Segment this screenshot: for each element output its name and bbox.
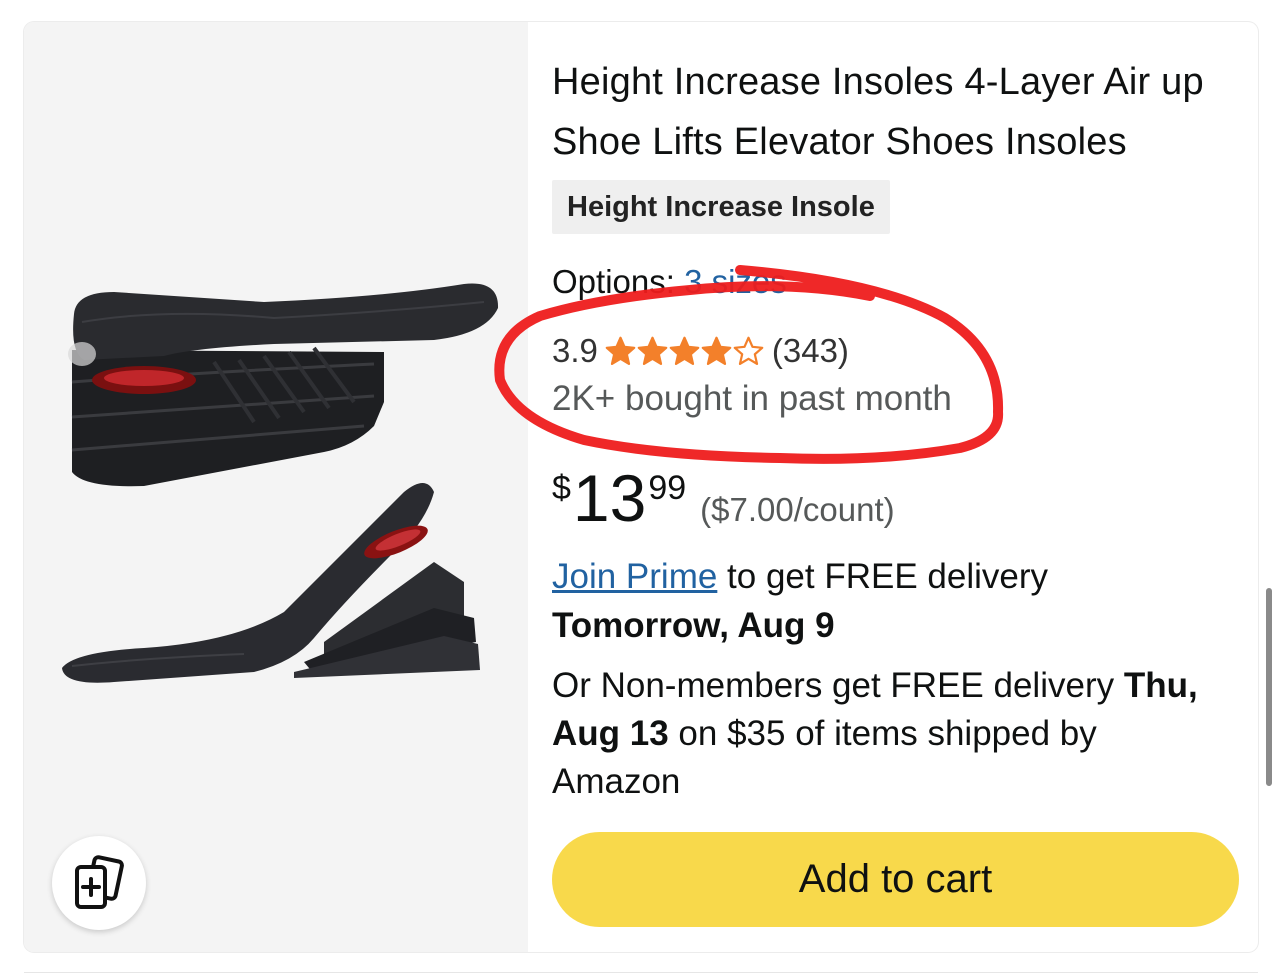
options-line: Options: 3 sizes <box>552 260 787 304</box>
prime-delivery-text: to get FREE delivery <box>717 557 1049 596</box>
prime-delivery-line: Join Prime to get FREE delivery <box>552 553 1048 601</box>
bought-count: 2K+ bought in past month <box>552 379 952 418</box>
next-card-edge <box>24 972 1258 980</box>
rating-row[interactable]: 3.9 (343) <box>552 329 849 373</box>
star-icon <box>637 336 668 365</box>
unit-price: ($7.00/count) <box>700 491 895 528</box>
category-badge: Height Increase Insole <box>552 180 890 234</box>
price-whole: 13 <box>572 461 647 535</box>
product-image-pane[interactable] <box>24 22 528 952</box>
nonmember-delivery: Or Non-members get FREE delivery Thu, Au… <box>552 662 1232 806</box>
star-rating[interactable] <box>604 335 764 368</box>
prime-delivery-date: Tomorrow, Aug 9 <box>552 606 835 645</box>
scrollbar[interactable] <box>1266 588 1272 786</box>
compare-cards-icon <box>75 855 124 909</box>
product-card[interactable]: Height Increase Insoles 4-Layer Air up S… <box>24 22 1258 952</box>
nonmember-prefix: Or Non-members get FREE delivery <box>552 666 1124 705</box>
star-icon <box>669 336 700 365</box>
compare-button[interactable] <box>52 836 146 930</box>
options-sizes-link[interactable]: 3 sizes <box>684 263 787 300</box>
star-icon <box>701 336 732 365</box>
price-fraction: 99 <box>648 469 687 507</box>
rating-value: 3.9 <box>552 332 598 369</box>
options-label: Options: <box>552 263 675 300</box>
price: $ 13 99 ($7.00/count) <box>552 462 895 534</box>
product-info: Height Increase Insoles 4-Layer Air up S… <box>552 22 1252 952</box>
star-icon <box>733 336 764 365</box>
add-to-cart-button[interactable]: Add to cart <box>552 832 1239 927</box>
review-count[interactable]: (343) <box>772 329 849 373</box>
product-title[interactable]: Height Increase Insoles 4-Layer Air up S… <box>552 52 1242 172</box>
star-icon <box>605 336 636 365</box>
product-image[interactable] <box>24 22 528 952</box>
join-prime-link[interactable]: Join Prime <box>552 557 717 596</box>
price-symbol: $ <box>552 469 571 507</box>
